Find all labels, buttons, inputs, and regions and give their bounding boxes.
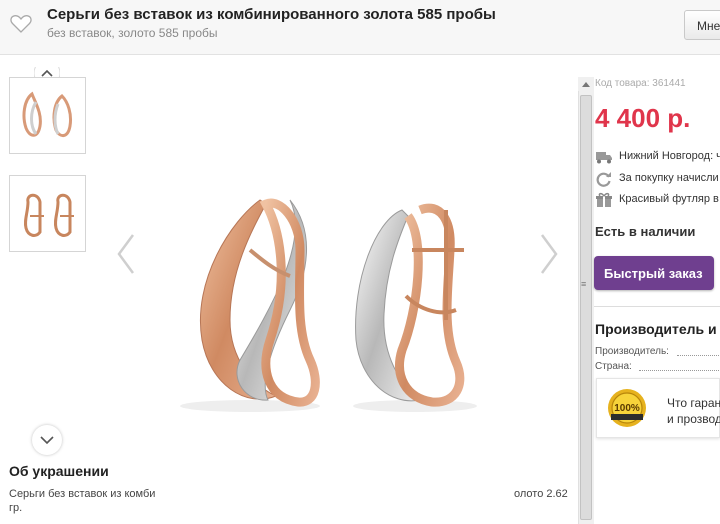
product-price: 4 400 р. — [595, 103, 691, 133]
country-spec: Страна: — [595, 361, 720, 372]
product-title: Серьги без вставок из комбинированного з… — [47, 6, 496, 23]
delivery-info: Нижний Новгород: ч — [595, 148, 720, 166]
gift-info-text: Красивый футляр в — [619, 193, 719, 205]
country-label: Страна: — [595, 361, 632, 372]
description-text-right: олото 2.62 — [514, 488, 568, 500]
header-action-button[interactable]: Мне — [684, 10, 720, 40]
scrollbar-thumb[interactable] — [580, 95, 592, 520]
quick-order-button[interactable]: Быстрый заказ — [594, 256, 714, 290]
product-subtitle: без вставок, золото 585 пробы — [47, 26, 218, 40]
bonus-info: За покупку начисли — [595, 170, 720, 188]
thumbnail-2[interactable] — [9, 175, 86, 252]
thumbnails-down-button[interactable] — [32, 425, 62, 455]
description-text-line2: гр. — [9, 502, 23, 514]
description-heading: Об украшении — [9, 463, 109, 479]
guarantee-line-1: Что гаран — [667, 396, 720, 410]
product-main-image — [180, 198, 477, 412]
truck-icon — [596, 152, 612, 164]
stock-status: Есть в наличии — [595, 224, 696, 239]
delivery-info-text: Нижний Новгород: ч — [619, 150, 720, 162]
guarantee-badge-text: 100% — [614, 403, 640, 414]
heart-icon[interactable] — [10, 14, 32, 34]
scrollbar-grip-icon: ≡ — [581, 279, 587, 289]
spec-dots — [677, 355, 720, 356]
manufacturer-heading: Производитель и — [595, 321, 717, 337]
earrings-side-thumb-image — [23, 193, 74, 237]
next-image-arrow[interactable] — [538, 233, 560, 275]
description-text: Серьги без вставок из комби — [9, 488, 156, 500]
product-code: Код товара: 361441 — [595, 78, 686, 89]
gift-info: Красивый футляр в — [595, 191, 720, 209]
thumbnail-1[interactable] — [9, 77, 86, 154]
guarantee-text: Что гаран и прозвод — [667, 395, 720, 427]
manufacturer-spec: Производитель: — [595, 346, 720, 357]
spec-dots — [639, 370, 720, 371]
guarantee-line-2: и прозвод — [667, 412, 720, 426]
manufacturer-label: Производитель: — [595, 346, 669, 357]
refresh-icon — [596, 172, 611, 187]
divider — [594, 306, 720, 307]
guarantee-card[interactable]: 100% Что гаран и прозвод — [596, 378, 720, 438]
bonus-info-text: За покупку начисли — [619, 172, 719, 184]
scroll-up-arrow[interactable] — [578, 77, 594, 91]
earrings-front-thumb-image — [22, 91, 72, 137]
previous-image-arrow[interactable] — [115, 233, 137, 275]
chevron-down-icon — [40, 436, 54, 445]
guarantee-badge-icon: 100% — [608, 389, 646, 427]
gift-icon — [596, 192, 612, 207]
product-header: Серьги без вставок из комбинированного з… — [0, 0, 720, 55]
